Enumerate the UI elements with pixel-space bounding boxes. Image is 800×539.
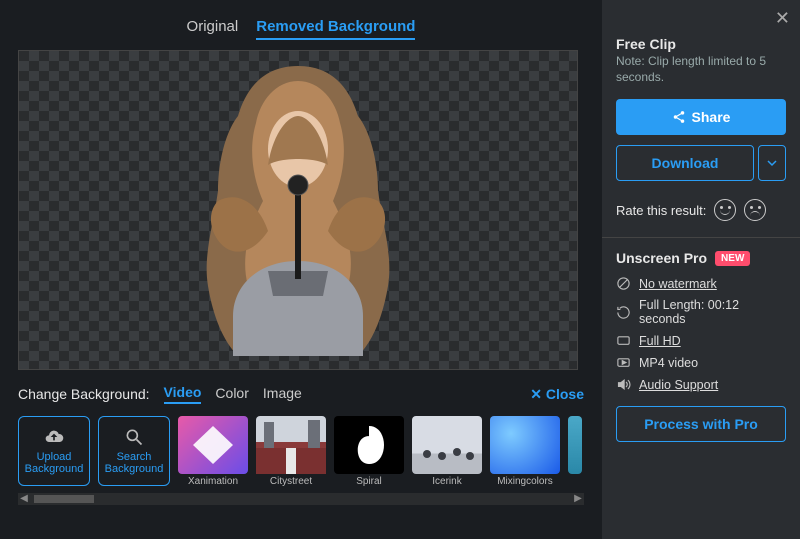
rate-label: Rate this result: xyxy=(616,203,706,218)
rate-happy[interactable] xyxy=(714,199,736,221)
feature-full-hd: Full HD xyxy=(616,333,786,348)
hd-icon xyxy=(616,333,631,348)
audio-icon xyxy=(616,377,631,392)
close-icon[interactable]: ✕ xyxy=(775,8,790,29)
thumbs-scrollbar[interactable]: ◀ ▶ xyxy=(18,493,584,505)
bg-option-image[interactable]: Image xyxy=(263,385,302,403)
bg-thumb[interactable] xyxy=(568,416,582,487)
new-badge: NEW xyxy=(715,251,750,266)
bg-thumb[interactable]: Icerink xyxy=(412,416,482,487)
thumb-label: Icerink xyxy=(432,476,461,487)
search-bg-label: Search Background xyxy=(99,451,169,475)
tabs: Original Removed Background xyxy=(18,10,584,50)
no-watermark-icon xyxy=(616,276,631,291)
bg-thumb[interactable]: Citystreet xyxy=(256,416,326,487)
bg-thumb[interactable]: Xanimation xyxy=(178,416,248,487)
share-label: Share xyxy=(692,109,731,125)
feature-full-length: Full Length: 00:12 seconds xyxy=(616,298,786,326)
thumb-label: Spiral xyxy=(356,476,382,487)
feature-label[interactable]: No watermark xyxy=(639,277,717,291)
bg-option-video[interactable]: Video xyxy=(164,384,202,404)
free-clip-title: Free Clip xyxy=(616,36,786,52)
sidebar: ✕ Free Clip Note: Clip length limited to… xyxy=(602,0,800,539)
rate-row: Rate this result: xyxy=(616,199,786,221)
free-clip-note: Note: Clip length limited to 5 seconds. xyxy=(616,54,786,85)
feature-label: Full Length: 00:12 seconds xyxy=(639,298,786,326)
bg-thumb[interactable]: Mixingcolors xyxy=(490,416,560,487)
tab-original[interactable]: Original xyxy=(187,18,239,40)
divider xyxy=(602,237,800,238)
close-bg-panel[interactable]: ✕ Close xyxy=(530,386,584,403)
tab-removed-background[interactable]: Removed Background xyxy=(256,18,415,40)
process-with-pro-button[interactable]: Process with Pro xyxy=(616,406,786,442)
video-icon xyxy=(616,355,631,370)
share-icon xyxy=(672,110,686,124)
scroll-right-icon[interactable]: ▶ xyxy=(572,493,584,505)
scroll-thumb[interactable] xyxy=(34,495,94,503)
bg-thumb[interactable]: Spiral xyxy=(334,416,404,487)
feature-label[interactable]: Audio Support xyxy=(639,378,718,392)
bg-option-color[interactable]: Color xyxy=(215,385,248,403)
change-bg-label: Change Background: xyxy=(18,386,150,402)
pro-features: No watermark Full Length: 00:12 seconds … xyxy=(616,276,786,392)
cloud-upload-icon xyxy=(44,427,64,447)
share-button[interactable]: Share xyxy=(616,99,786,135)
feature-audio: Audio Support xyxy=(616,377,786,392)
upload-background-button[interactable]: Upload Background xyxy=(18,416,90,486)
feature-no-watermark: No watermark xyxy=(616,276,786,291)
chevron-down-icon xyxy=(767,158,777,168)
feature-mp4: MP4 video xyxy=(616,355,786,370)
thumb-label: Xanimation xyxy=(188,476,238,487)
download-label: Download xyxy=(652,155,719,171)
search-icon xyxy=(124,427,144,447)
subject-cutout xyxy=(168,61,428,361)
feature-label[interactable]: Full HD xyxy=(639,334,681,348)
thumb-label: Mixingcolors xyxy=(497,476,553,487)
pro-title: Unscreen Pro xyxy=(616,250,707,266)
process-label: Process with Pro xyxy=(644,416,758,432)
download-button[interactable]: Download xyxy=(616,145,754,181)
pro-heading: Unscreen Pro NEW xyxy=(616,250,786,266)
preview-canvas xyxy=(18,50,578,370)
download-caret[interactable] xyxy=(758,145,786,181)
feature-label: MP4 video xyxy=(639,356,698,370)
change-bg-label-group: Change Background: Video Color Image xyxy=(18,384,302,404)
bg-thumbs: Upload Background Search Background Xani… xyxy=(18,416,584,487)
thumb-label: Citystreet xyxy=(270,476,312,487)
scroll-left-icon[interactable]: ◀ xyxy=(18,493,30,505)
search-background-button[interactable]: Search Background xyxy=(98,416,170,486)
change-bg-row: Change Background: Video Color Image ✕ C… xyxy=(18,384,584,404)
duration-icon xyxy=(616,305,631,320)
main-panel: Original Removed Background Change Backg… xyxy=(0,0,602,539)
rate-sad[interactable] xyxy=(744,199,766,221)
upload-bg-label: Upload Background xyxy=(19,451,89,475)
